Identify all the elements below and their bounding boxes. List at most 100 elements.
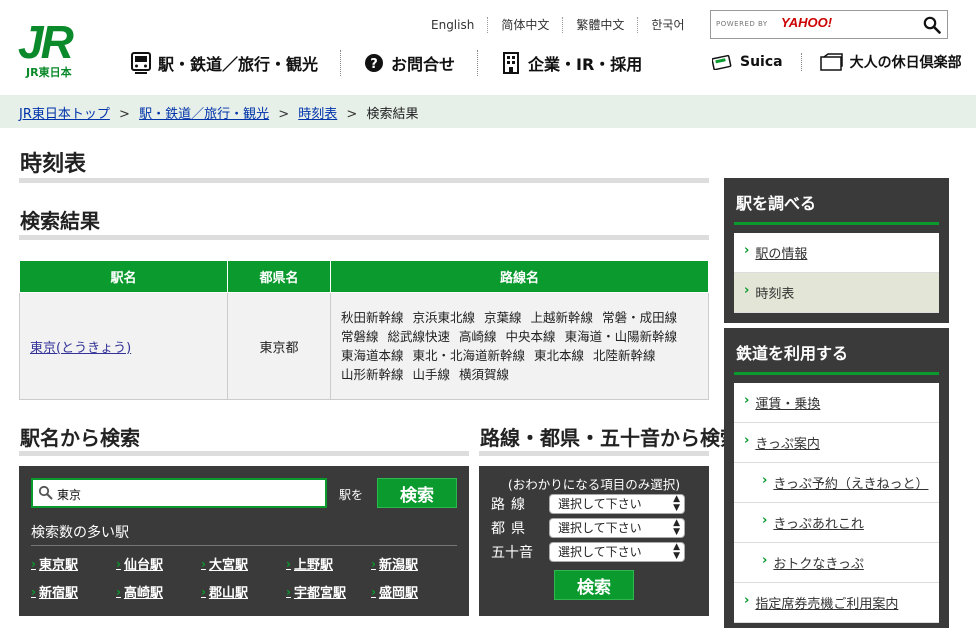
sidebar-item[interactable]: › きっぷあれこれ	[734, 503, 939, 543]
breadcrumb: JR東日本トップ > 駅・鉄道／旅行・観光 > 時刻表 > 検索結果	[0, 95, 976, 128]
breadcrumb-link-timetable[interactable]: 時刻表	[298, 107, 337, 122]
language-links: English 简体中文 繁體中文 한국어	[418, 17, 698, 33]
sidebar-item[interactable]: › 指定席券売機ご利用案内	[734, 583, 939, 623]
popular-station-link[interactable]: › 上野駅	[286, 554, 371, 574]
popular-station-link[interactable]: › 新潟駅	[371, 554, 456, 574]
popular-station-link[interactable]: › 宇都宮駅	[286, 582, 371, 602]
lang-link-traditional-chinese[interactable]: 繁體中文	[563, 17, 639, 33]
popular-station-link[interactable]: › 郡山駅	[201, 582, 286, 602]
lang-link-english[interactable]: English	[418, 17, 489, 33]
chevron-right-icon: ›	[286, 584, 291, 599]
nav-contact[interactable]: ? お問合せ	[363, 48, 455, 78]
popular-station-link[interactable]: › 盛岡駅	[371, 582, 456, 602]
breadcrumb-separator: >	[119, 107, 130, 122]
breadcrumb-current: 検索結果	[366, 107, 419, 122]
sidebar-item-label: きっぷ予約（えきねっと）	[773, 477, 929, 492]
route-select-prefecture[interactable]: 選択して下さい ▲ ▼	[549, 518, 685, 538]
popular-stations-grid: › 東京駅 › 仙台駅 › 大宮駅 › 上野駅 › 新潟駅 › 新宿駅 › 高崎駅 › 郡山駅 › 宇都宮駅 › 盛岡…	[31, 554, 461, 602]
chevron-right-icon: ›	[31, 584, 36, 599]
chevron-right-icon: ›	[744, 243, 750, 258]
lang-link-simplified-chinese[interactable]: 简体中文	[488, 17, 564, 33]
line-name: 山形新幹線	[341, 367, 404, 382]
title-underline	[19, 235, 709, 240]
popular-station-link[interactable]: › 高崎駅	[116, 582, 201, 602]
route-label-line: 路線	[491, 497, 531, 513]
line-name: 京浜東北線	[412, 310, 476, 325]
nav-otona-club-label: 大人の休日倶楽部	[849, 55, 962, 71]
chevron-right-icon: ›	[201, 556, 206, 571]
route-search-note: (おわかりになる項目のみ選択)	[507, 477, 681, 492]
sidebar-item[interactable]: › おトクなきっぷ	[734, 543, 939, 583]
search-icon	[38, 485, 53, 504]
route-search-panel: (おわかりになる項目のみ選択) 路線 選択して下さい ▲ ▼ 都県 選択して下さい…	[479, 466, 709, 616]
question-icon: ?	[363, 52, 385, 74]
sidebar-item[interactable]: › 時刻表	[734, 273, 939, 313]
util-divider	[800, 53, 802, 71]
sidebar-item[interactable]: › きっぷ予約（えきねっと）	[734, 463, 939, 503]
breadcrumb-link-top[interactable]: JR東日本トップ	[19, 107, 110, 122]
lines-cell: 秋田新幹線 京浜東北線 京葉線 上越新幹線 常磐・成田線 常磐線 総武線快速 高崎線 中央本線東…	[330, 292, 709, 400]
sidebar-rail-list: › 運賃・乗換 › きっぷ案内 › きっぷ予約（えきねっと） › きっぷあれこれ › おトクなきっ…	[734, 383, 939, 623]
popular-station-link[interactable]: › 新宿駅	[31, 582, 116, 602]
nav-otona-club[interactable]: 大人の休日倶楽部	[819, 52, 962, 72]
logo-subtext: JR東日本	[26, 66, 72, 79]
popular-station-link[interactable]: › 大宮駅	[201, 554, 286, 574]
line-name: 常磐線	[341, 329, 379, 344]
select-arrows-icon: ▲ ▼	[673, 518, 680, 537]
sidebar-item[interactable]: › 駅の情報	[734, 233, 939, 273]
header-prefecture: 都県名	[227, 260, 331, 293]
route-select-line[interactable]: 選択して下さい ▲ ▼	[549, 494, 685, 514]
sidebar-item-label: 時刻表	[755, 287, 795, 302]
station-name-input[interactable]: 東京	[31, 478, 327, 508]
table-row: 東京(とうきょう) 東京都 秋田新幹線 京浜東北線 京葉線 上越新幹線 常磐・成田線 常磐…	[19, 292, 709, 400]
nav-station-travel[interactable]: 駅・鉄道／旅行・観光	[130, 48, 318, 78]
line-name: 北陸新幹線	[593, 348, 656, 363]
line-name: 東海道本線	[341, 348, 404, 363]
popular-station-link[interactable]: › 仙台駅	[116, 554, 201, 574]
nav-corporate-label: 企業・IR・採用	[528, 55, 643, 74]
line-name: 京葉線	[484, 310, 522, 325]
chevron-right-icon: ›	[31, 556, 36, 571]
chevron-right-icon: ›	[744, 593, 750, 608]
station-search-title: 駅名から検索	[20, 426, 140, 450]
jr-east-logo[interactable]: JR JR東日本	[18, 16, 96, 79]
route-select-prefecture-value: 選択して下さい	[558, 521, 642, 535]
popular-station-label: 大宮駅	[208, 558, 248, 573]
table-header-row: 駅名 都県名 路線名	[19, 260, 709, 293]
route-search-button[interactable]: 検索	[554, 570, 634, 600]
suica-card-icon	[712, 54, 734, 70]
route-label-kana: 五十音	[491, 545, 533, 561]
line-name: 横須賀線	[459, 367, 510, 382]
search-icon[interactable]	[923, 16, 941, 34]
site-search-input[interactable]: POWERED BY YAHOO!	[710, 10, 948, 39]
chevron-right-icon: ›	[744, 283, 750, 298]
chevron-right-icon: ›	[744, 393, 750, 408]
station-search-button[interactable]: 検索	[377, 478, 457, 508]
breadcrumb-link-station-travel[interactable]: 駅・鉄道／旅行・観光	[139, 107, 269, 122]
logo-mark: JR	[18, 16, 74, 68]
route-select-kana[interactable]: 選択して下さい ▲ ▼	[549, 542, 685, 562]
nav-corporate[interactable]: 企業・IR・採用	[500, 48, 642, 78]
main-nav: 駅・鉄道／旅行・観光 ? お問合せ 企業・IR・採用	[130, 48, 642, 78]
station-cell: 東京(とうきょう)	[19, 292, 228, 400]
powered-by-label: POWERED BY	[716, 20, 768, 28]
sidebar-item-label: 指定席券売機ご利用案内	[755, 597, 899, 612]
station-link-tokyo[interactable]: 東京(とうきょう)	[30, 341, 131, 356]
nav-suica[interactable]: Suica	[712, 54, 783, 70]
sidebar-item[interactable]: › 運賃・乗換	[734, 383, 939, 423]
title-underline	[19, 178, 709, 183]
chevron-right-icon: ›	[762, 513, 768, 528]
page-title: 時刻表	[20, 152, 87, 177]
header-station: 駅名	[19, 260, 228, 293]
station-name-input-value: 東京	[57, 488, 82, 502]
popular-station-link[interactable]: › 東京駅	[31, 554, 116, 574]
route-label-prefecture: 都県	[491, 521, 531, 537]
select-arrows-icon: ▲ ▼	[673, 542, 680, 561]
popular-station-label: 新宿駅	[38, 586, 78, 601]
lang-link-korean[interactable]: 한국어	[638, 17, 697, 33]
popular-station-label: 高崎駅	[123, 586, 163, 601]
line-name: 東北本線	[534, 348, 585, 363]
sidebar-item[interactable]: › きっぷ案内	[734, 423, 939, 463]
breadcrumb-separator: >	[278, 107, 290, 122]
results-table: 駅名 都県名 路線名 東京(とうきょう) 東京都 秋田新幹線 京浜東北線 京葉線 上越…	[19, 260, 709, 400]
